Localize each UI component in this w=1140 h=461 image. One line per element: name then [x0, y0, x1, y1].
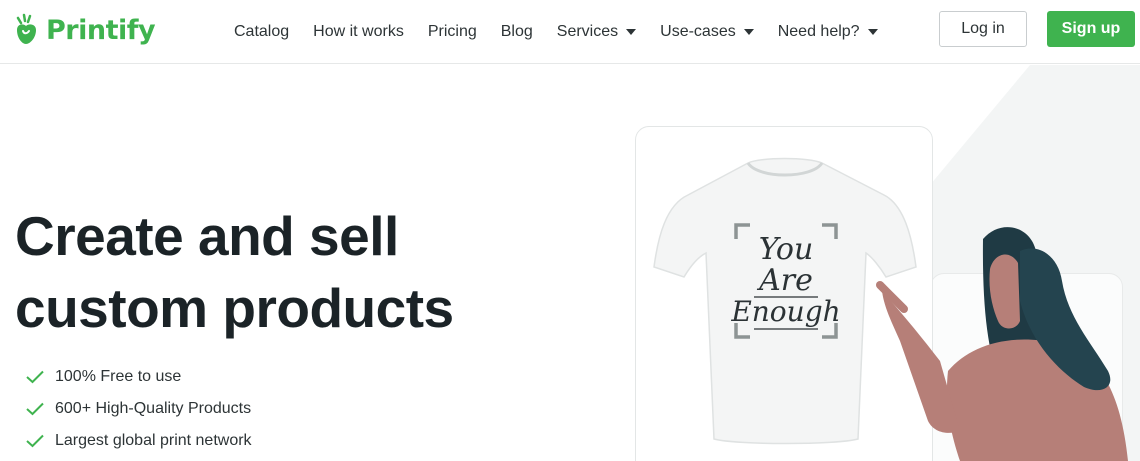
nav-item-label: Services — [556, 23, 619, 40]
top-navigation-bar: Printify Catalog How it works Pricing Bl… — [0, 0, 1140, 64]
woman-pointing-illustration — [876, 227, 1128, 461]
hero-headline-line-1: Create and sell — [15, 205, 399, 267]
nav-item-pricing[interactable]: Pricing — [428, 23, 477, 41]
shirt-print-text-enough: Enough — [730, 295, 840, 328]
shirt-print-text-you: You — [759, 232, 814, 267]
shirt-print-text-are: Are — [756, 263, 813, 298]
nav-item-label: Need help? — [777, 23, 860, 40]
nav-item-label: Blog — [500, 23, 533, 40]
nav-item-use-cases[interactable]: Use-cases — [660, 23, 754, 41]
printify-logo[interactable]: Printify — [14, 12, 156, 48]
hero-headline: Create and sell custom products — [15, 200, 454, 344]
checkmark-icon — [26, 402, 44, 416]
feature-item: 600+ High-Quality Products — [26, 393, 252, 425]
nav-item-services[interactable]: Services — [556, 23, 637, 41]
main-nav: Catalog How it works Pricing Blog Servic… — [234, 0, 902, 64]
nav-item-need-help[interactable]: Need help? — [778, 23, 878, 41]
feature-item: Largest global print network — [26, 425, 252, 457]
feature-item: 100% Free to use — [26, 361, 252, 393]
feature-label: 600+ High-Quality Products — [55, 400, 252, 417]
feature-list: 100% Free to use 600+ High-Quality Produ… — [26, 361, 252, 457]
checkmark-icon — [26, 370, 44, 384]
feature-label: 100% Free to use — [55, 368, 182, 385]
nav-item-label: Pricing — [427, 23, 477, 40]
printify-logo-icon — [16, 13, 36, 44]
nav-item-label: How it works — [313, 23, 404, 40]
signup-button[interactable]: Sign up — [1047, 11, 1135, 47]
nav-item-catalog[interactable]: Catalog — [234, 23, 289, 41]
nav-item-label: Catalog — [234, 23, 290, 40]
hero-headline-line-2: custom products — [15, 277, 454, 339]
login-button[interactable]: Log in — [939, 11, 1027, 47]
nav-item-blog[interactable]: Blog — [501, 23, 533, 41]
chevron-down-icon — [867, 29, 878, 35]
chevron-down-icon — [743, 29, 754, 35]
printify-logo-text: Printify — [46, 14, 156, 46]
nav-item-label: Use-cases — [660, 23, 736, 40]
checkmark-icon — [26, 434, 44, 448]
feature-label: Largest global print network — [55, 432, 252, 449]
chevron-down-icon — [626, 29, 637, 35]
nav-item-how-it-works[interactable]: How it works — [313, 23, 404, 41]
